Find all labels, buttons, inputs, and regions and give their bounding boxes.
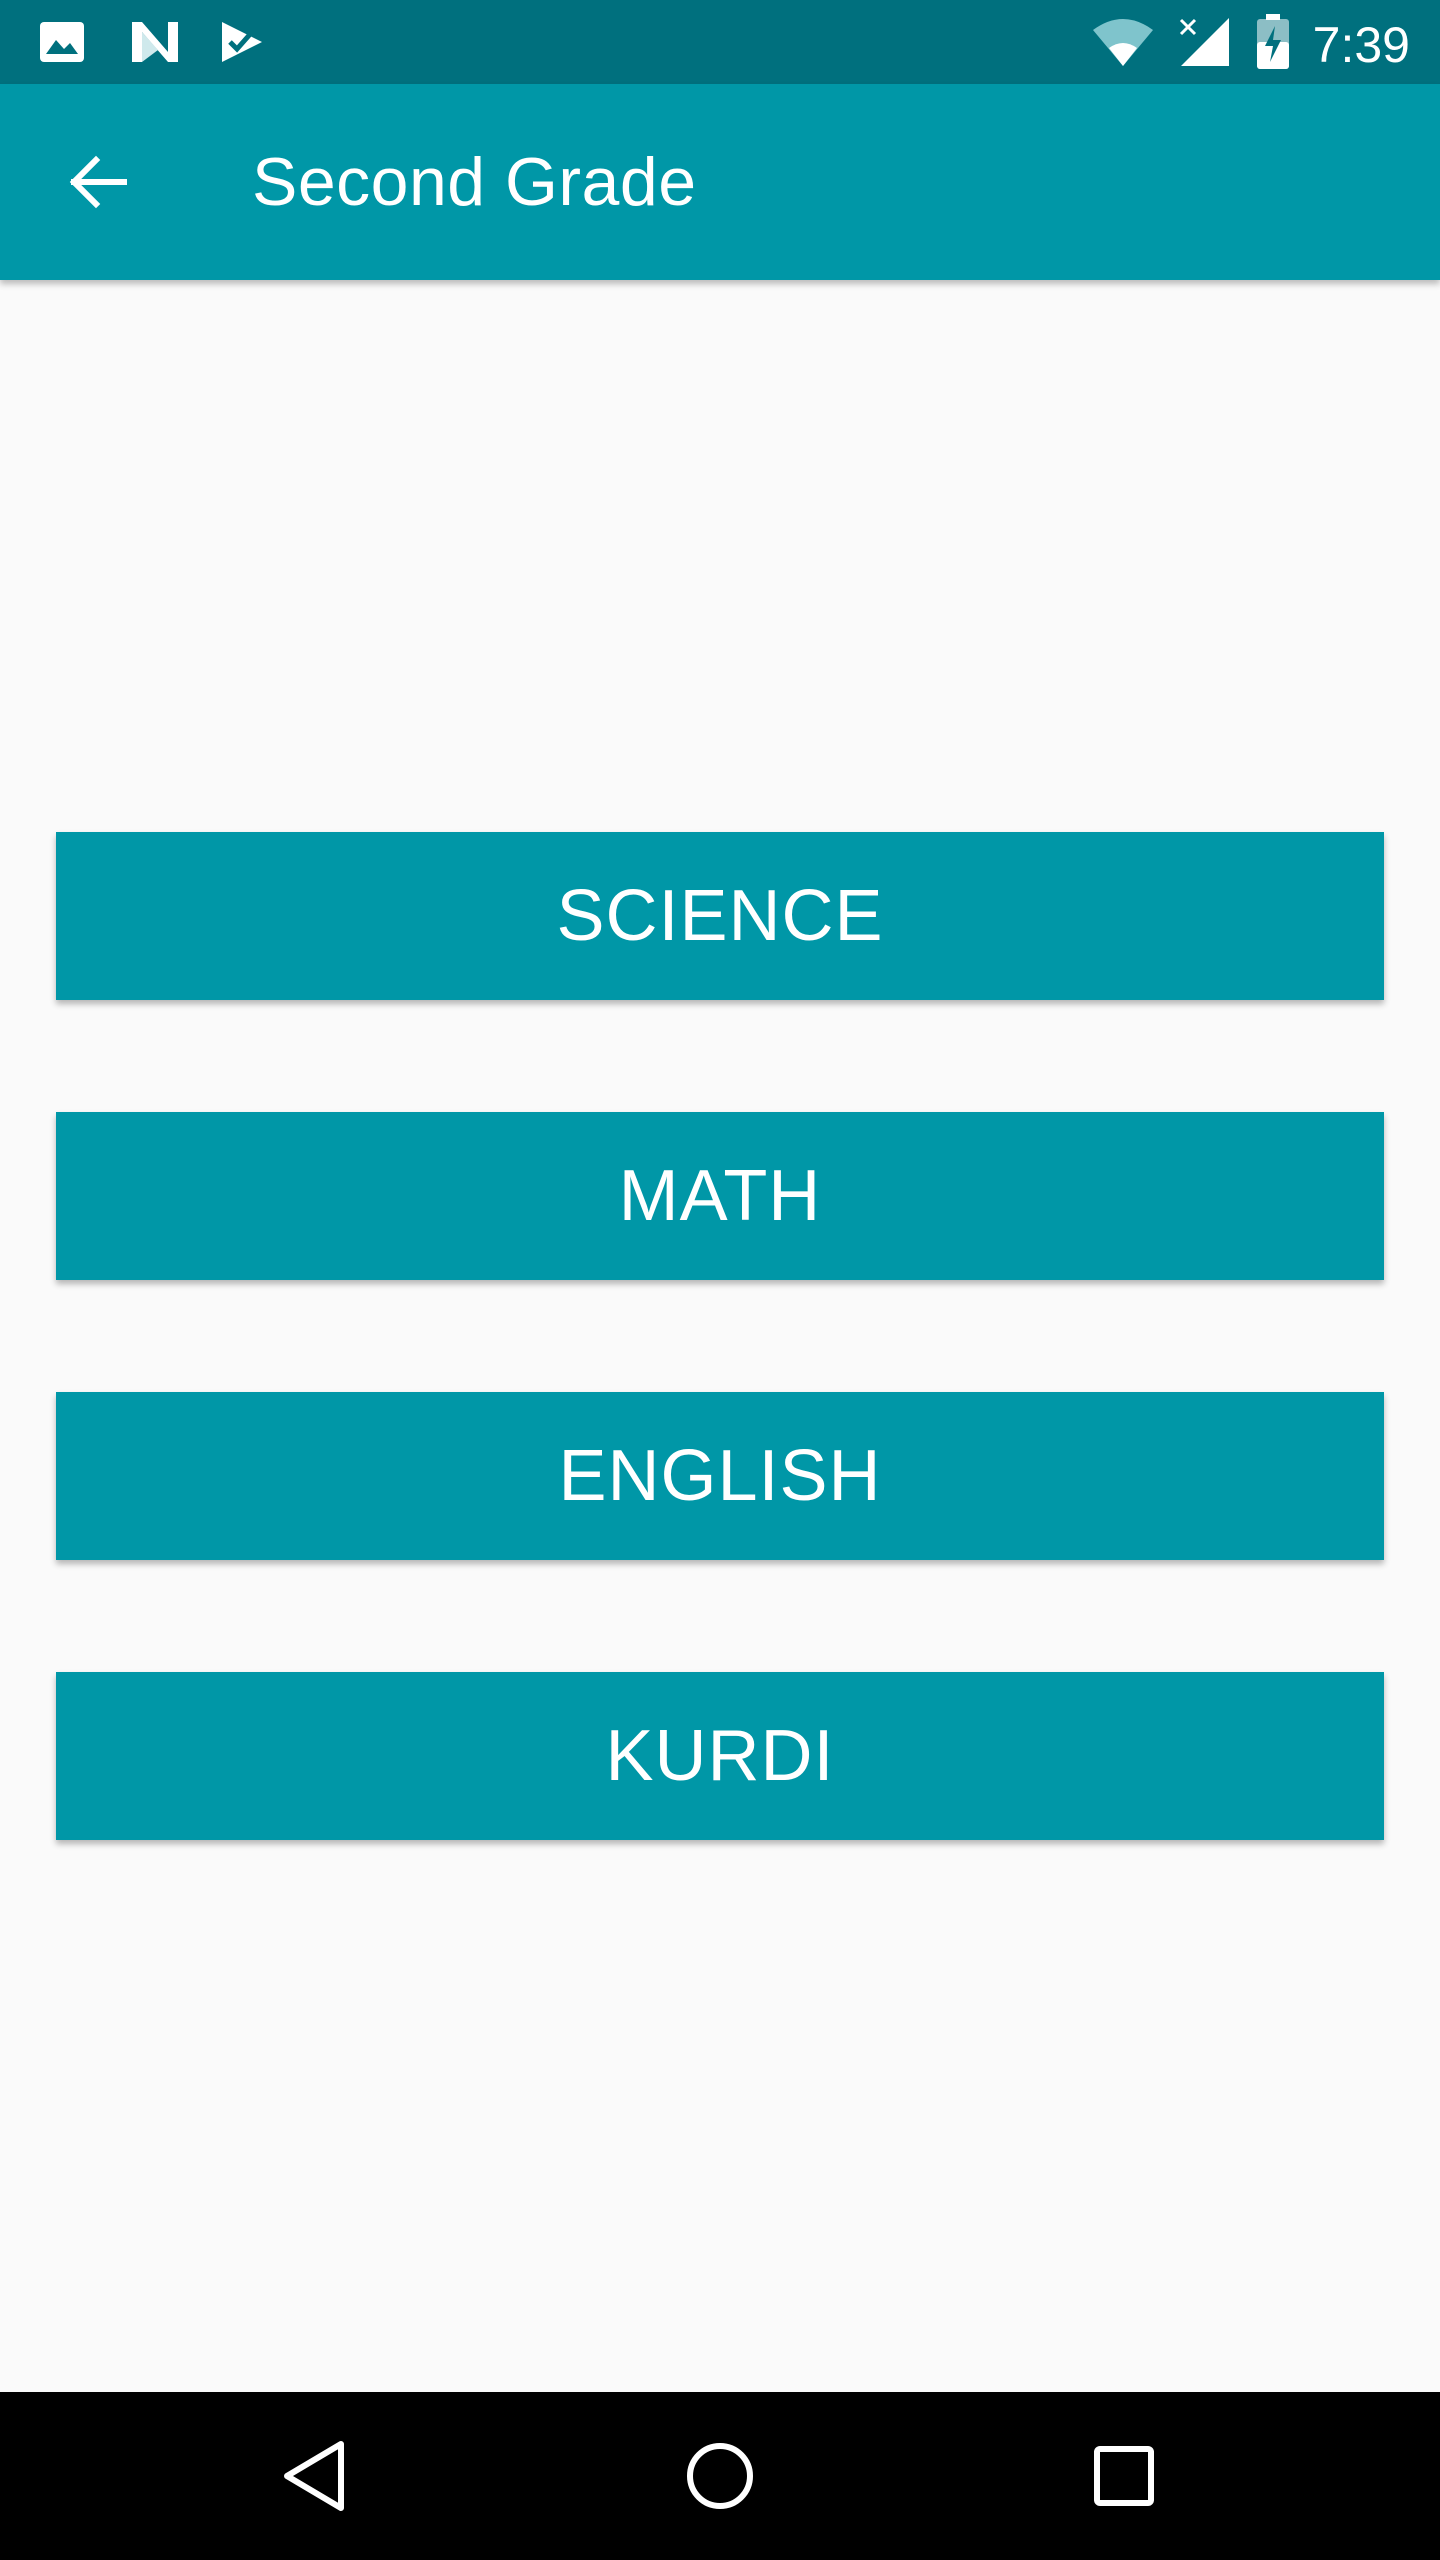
nav-back-icon [284, 2441, 344, 2511]
image-icon [38, 18, 86, 66]
math-button[interactable]: MATH [56, 1112, 1384, 1280]
nav-recents-button[interactable] [1064, 2416, 1184, 2536]
nav-recents-icon [1094, 2446, 1154, 2506]
arrow-back-icon [69, 155, 127, 209]
wifi-icon [1091, 16, 1155, 73]
n-logo-icon [128, 18, 178, 66]
app-bar: Second Grade [0, 84, 1440, 280]
notification-icons [38, 18, 266, 66]
nav-home-icon [687, 2443, 753, 2509]
english-button[interactable]: ENGLISH [56, 1392, 1384, 1560]
nav-home-button[interactable] [660, 2416, 780, 2536]
status-bar: 7:39 [0, 0, 1440, 84]
back-button[interactable] [50, 134, 146, 230]
science-button[interactable]: SCIENCE [56, 832, 1384, 1000]
battery-charging-icon [1255, 14, 1291, 75]
page-title: Second Grade [252, 144, 697, 220]
navigation-bar [0, 2392, 1440, 2560]
status-time: 7:39 [1312, 16, 1410, 73]
signal-no-service-icon [1177, 16, 1233, 73]
nav-back-button[interactable] [256, 2416, 376, 2536]
kurdi-button[interactable]: KURDI [56, 1672, 1384, 1840]
check-badge-icon [218, 18, 266, 66]
